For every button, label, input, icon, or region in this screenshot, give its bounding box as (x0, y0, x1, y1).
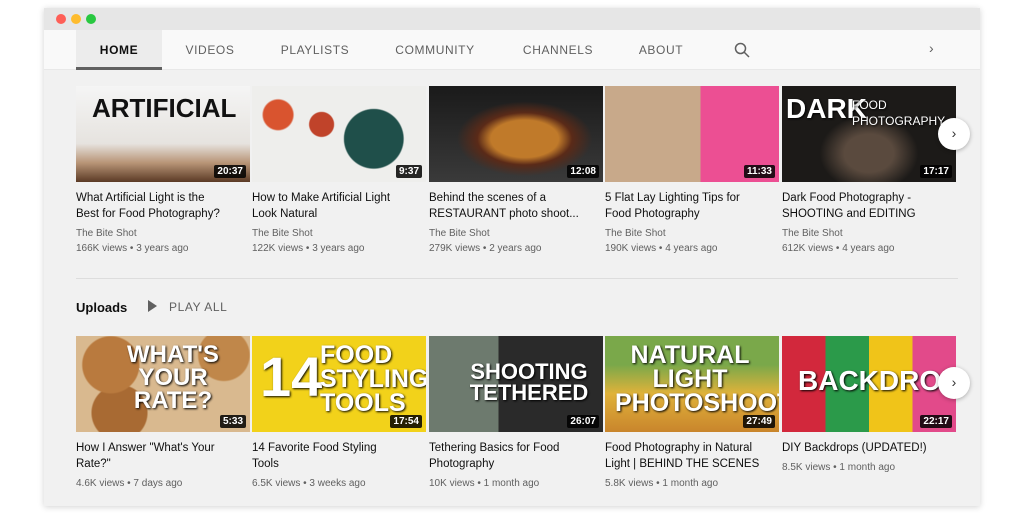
tab-playlists[interactable]: PLAYLISTS (274, 30, 356, 70)
tab-community[interactable]: COMMUNITY (392, 30, 478, 70)
tab-about[interactable]: ABOUT (634, 30, 688, 70)
video-card[interactable]: SHOOTING TETHERED 26:07 Tethering Basics… (429, 336, 603, 489)
tab-channels[interactable]: CHANNELS (518, 30, 598, 70)
video-title[interactable]: How I Answer "What's Your Rate?" (76, 440, 250, 472)
video-meta: 279K views • 2 years ago (429, 243, 542, 254)
thumbnail-text: 14 (260, 345, 323, 408)
thumbnail-text: SHOOTING TETHERED (469, 359, 589, 405)
title-bar (44, 8, 980, 30)
browser-window: HOME VIDEOS PLAYLISTS COMMUNITY CHANNELS… (44, 8, 980, 506)
video-card[interactable]: 9:37 How to Make Artificial Light Look Na… (252, 86, 426, 254)
channel-name[interactable]: The Bite Shot (429, 228, 603, 239)
next-arrow-button[interactable]: › (938, 118, 970, 150)
thumbnail-text: ARTIFICIAL (92, 93, 237, 123)
video-duration: 22:17 (920, 415, 952, 428)
minimize-window-button[interactable] (71, 14, 81, 24)
video-card[interactable]: 12:08 Behind the scenes of a RESTAURANT p… (429, 86, 603, 254)
video-thumbnail[interactable]: DARK FOOD PHOTOGRAPHY 17:17 (782, 86, 956, 182)
maximize-window-button[interactable] (86, 14, 96, 24)
video-meta: 122K views • 3 years ago (252, 243, 365, 254)
video-duration: 12:08 (567, 165, 599, 178)
thumbnail-text: FOOD PHOTOGRAPHY (852, 98, 946, 128)
video-title[interactable]: Tethering Basics for Food Photography (429, 440, 603, 472)
search-icon[interactable] (734, 42, 750, 58)
video-meta: 190K views • 4 years ago (605, 243, 718, 254)
video-card[interactable]: NATURAL LIGHT PHOTOSHOOT 27:49 Food Phot… (605, 336, 779, 489)
video-duration: 27:49 (743, 415, 775, 428)
video-thumbnail[interactable]: WHAT'S YOUR RATE? 5:33 (76, 336, 250, 432)
video-duration: 9:37 (395, 165, 422, 178)
video-title[interactable]: 5 Flat Lay Lighting Tips for Food Photogr… (605, 190, 779, 222)
play-icon (148, 300, 157, 312)
video-title[interactable]: Dark Food Photography - SHOOTING and EDIT… (782, 190, 956, 222)
video-duration: 11:33 (743, 165, 775, 178)
video-thumbnail[interactable]: 14 FOOD STYLING TOOLS 17:54 (252, 336, 426, 432)
video-thumbnail[interactable]: ARTIFICIAL 20:37 (76, 86, 250, 182)
chevron-right-icon[interactable]: › (929, 40, 934, 56)
video-title[interactable]: Food Photography in Natural Light | BEHIN… (605, 440, 779, 472)
video-meta: 5.8K views • 1 month ago (605, 478, 719, 489)
video-title[interactable]: What Artificial Light is the Best for Foo… (76, 190, 250, 222)
video-meta: 4.6K views • 7 days ago (76, 478, 183, 489)
video-title[interactable]: How to Make Artificial Light Look Natural (252, 190, 426, 222)
video-card[interactable]: DARK FOOD PHOTOGRAPHY 17:17 Dark Food Ph… (782, 86, 956, 254)
video-card[interactable]: BACKDROPS 22:17 DIY Backdrops (UPDATED!)… (782, 336, 956, 473)
next-arrow-button[interactable]: › (938, 367, 970, 399)
play-all-button[interactable]: PLAY ALL (148, 300, 227, 314)
thumbnail-text: WHAT'S YOUR RATE? (127, 341, 219, 414)
video-thumbnail[interactable]: 9:37 (252, 86, 426, 182)
thumbnail-text: BACKDROPS (798, 365, 956, 396)
video-card[interactable]: 11:33 5 Flat Lay Lighting Tips for Food P… (605, 86, 779, 254)
video-thumbnail[interactable]: SHOOTING TETHERED 26:07 (429, 336, 603, 432)
channel-name[interactable]: The Bite Shot (605, 228, 779, 239)
section-title[interactable]: Uploads (76, 300, 127, 315)
video-title[interactable]: 14 Favorite Food Styling Tools (252, 440, 426, 472)
video-meta: 6.5K views • 3 weeks ago (252, 478, 366, 489)
video-meta: 8.5K views • 1 month ago (782, 462, 896, 473)
close-window-button[interactable] (56, 14, 66, 24)
video-card[interactable]: 14 FOOD STYLING TOOLS 17:54 14 Favorite … (252, 336, 426, 489)
thumbnail-text: FOOD STYLING TOOLS (320, 341, 426, 417)
video-thumbnail[interactable]: BACKDROPS 22:17 (782, 336, 956, 432)
channel-nav: HOME VIDEOS PLAYLISTS COMMUNITY CHANNELS… (44, 30, 980, 70)
video-thumbnail[interactable]: NATURAL LIGHT PHOTOSHOOT 27:49 (605, 336, 779, 432)
video-meta: 166K views • 3 years ago (76, 243, 189, 254)
video-duration: 26:07 (567, 415, 599, 428)
video-meta: 10K views • 1 month ago (429, 478, 540, 489)
channel-name[interactable]: The Bite Shot (76, 228, 250, 239)
video-thumbnail[interactable]: 11:33 (605, 86, 779, 182)
video-title[interactable]: Behind the scenes of a RESTAURANT photo s… (429, 190, 603, 222)
tab-videos[interactable]: VIDEOS (174, 30, 246, 70)
video-duration: 5:33 (219, 415, 246, 428)
video-meta: 612K views • 4 years ago (782, 243, 895, 254)
video-duration: 17:54 (390, 415, 422, 428)
channel-name[interactable]: The Bite Shot (252, 228, 426, 239)
thumbnail-text: NATURAL LIGHT PHOTOSHOOT (615, 341, 779, 417)
divider (76, 278, 958, 279)
video-card[interactable]: ARTIFICIAL 20:37 What Artificial Light i… (76, 86, 250, 254)
tab-home[interactable]: HOME (76, 30, 162, 70)
video-card[interactable]: WHAT'S YOUR RATE? 5:33 How I Answer "Wha… (76, 336, 250, 489)
video-thumbnail[interactable]: 12:08 (429, 86, 603, 182)
video-duration: 20:37 (214, 165, 246, 178)
channel-name[interactable]: The Bite Shot (782, 228, 956, 239)
video-duration: 17:17 (920, 165, 952, 178)
